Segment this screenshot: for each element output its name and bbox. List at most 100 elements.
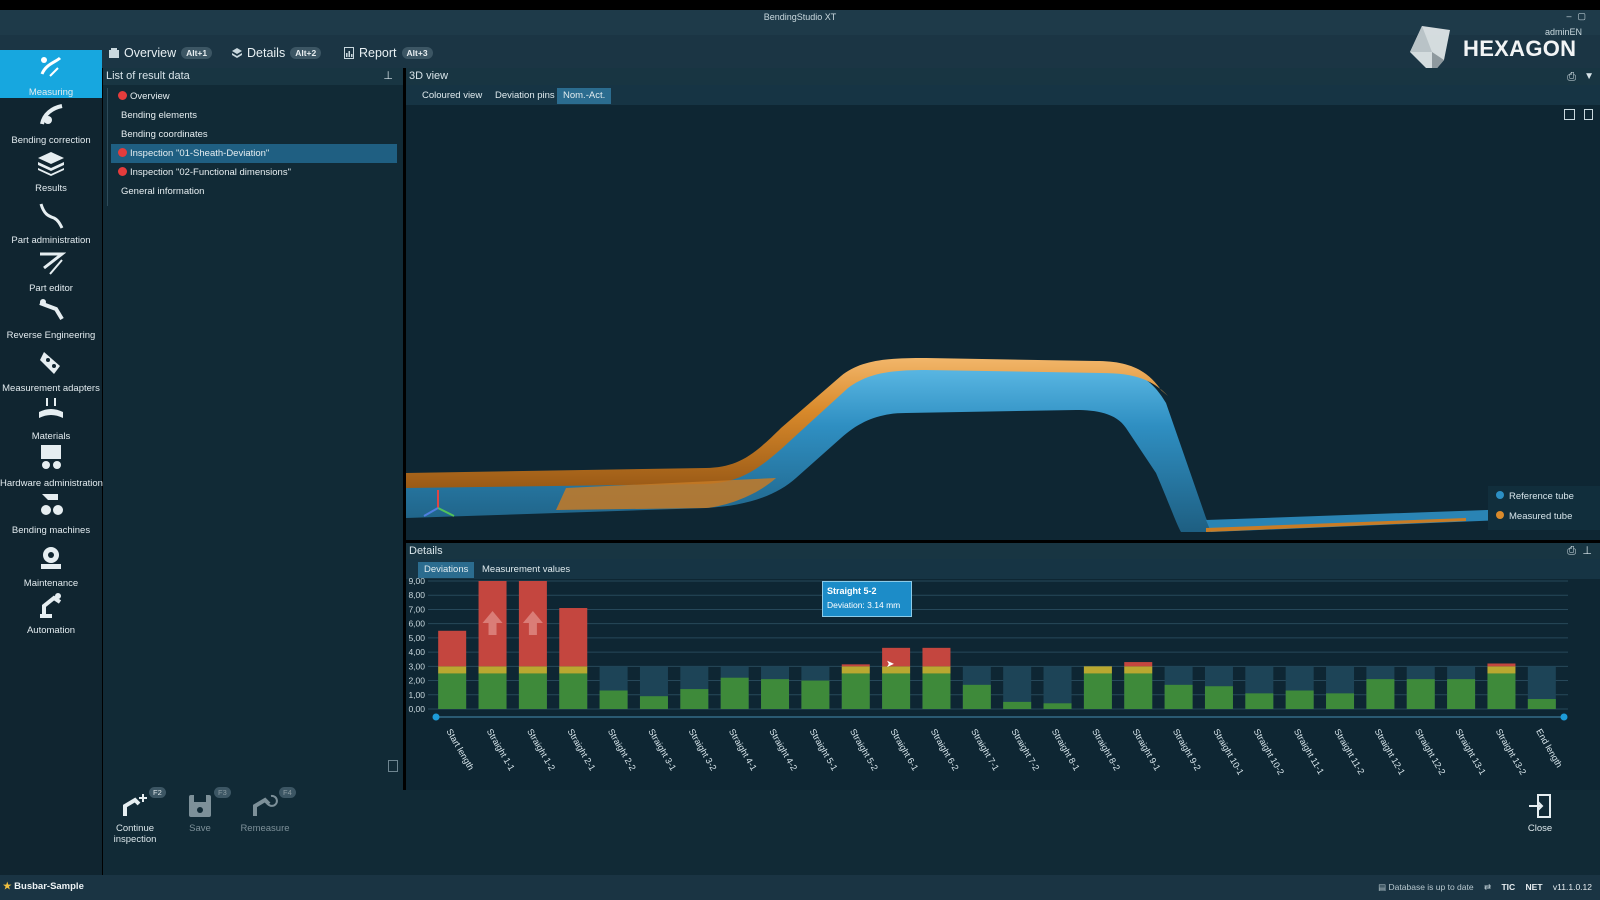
sidebar-item-automation[interactable]: Automation (0, 588, 102, 636)
sidebar-item-label: Part administration (11, 235, 91, 246)
sidebar-item-maintenance[interactable]: Maintenance (0, 541, 102, 589)
save-button[interactable]: F3 Save (168, 787, 232, 860)
version-label: v11.1.0.12 (1552, 882, 1592, 892)
bar-ok-segment (1245, 693, 1274, 709)
database-status: Database is up to date (1388, 882, 1474, 892)
measurement-adapters-icon (40, 352, 60, 374)
pin-icon[interactable]: ⊥ (1582, 543, 1592, 559)
shortcut-badge: Alt+1 (181, 47, 213, 59)
tab-measurement-values[interactable]: Measurement values (476, 562, 576, 578)
bar-ok-segment (841, 673, 870, 709)
save-view-icon[interactable] (1564, 109, 1575, 120)
tab-coloured-view[interactable]: Coloured view (416, 88, 488, 104)
tab-deviation-pins[interactable]: Deviation pins (489, 88, 561, 104)
bar-error-segment (841, 664, 870, 667)
star-icon: ★ (3, 881, 12, 892)
sidebar-item-bending-machines[interactable]: Bending machines (0, 488, 102, 536)
sidebar-item-materials[interactable]: Materials (0, 394, 102, 442)
pin-icon[interactable]: ⊥ (383, 68, 393, 85)
bar-ok-segment (1083, 673, 1112, 709)
tree-item-overview[interactable]: Overview (111, 87, 397, 106)
tube-3d-render (406, 358, 1600, 532)
reference-color-dot (1496, 491, 1504, 499)
sidebar: Measuring Bending correction Results Par… (0, 50, 103, 875)
bar-ok-segment (1527, 699, 1556, 709)
y-tick-label: 4,00 (408, 647, 425, 657)
legend-label: Measured tube (1509, 511, 1573, 522)
legend-label: Reference tube (1509, 491, 1574, 502)
details-tabs: Deviations Measurement values (406, 559, 1600, 579)
x-tick-label: Straight 11-2 (1332, 727, 1366, 776)
tree-item-label: Overview (130, 91, 170, 102)
details-panel: Details ⎙ ⊥ Deviations Measurement value… (406, 543, 1600, 790)
bar-ok-segment (1487, 673, 1516, 709)
sidebar-item-hardware-administration[interactable]: Hardware administration (0, 441, 103, 489)
close-exit-icon (1529, 794, 1551, 818)
tree-item-inspection-01[interactable]: Inspection "01-Sheath-Deviation" (111, 144, 397, 163)
x-tick-label: Straight 10-1 (1211, 727, 1245, 777)
shortcut-badge: Alt+3 (401, 47, 433, 59)
tab-details[interactable]: Details Alt+2 (231, 44, 322, 62)
panel-header: 3D view ⎙ ▼ (406, 68, 1600, 85)
sidebar-item-measuring[interactable]: Measuring (0, 50, 102, 98)
bar-ok-segment (1124, 673, 1153, 709)
bar-warning-segment (1083, 666, 1112, 674)
y-tick-label: 2,00 (408, 676, 425, 686)
results-layers-icon (38, 152, 64, 176)
sidebar-item-reverse-engineering[interactable]: Reverse Engineering (0, 293, 102, 341)
user-name[interactable]: adminEN (1545, 27, 1582, 37)
tree-item-bending-coordinates[interactable]: Bending coordinates (111, 125, 397, 144)
sidebar-item-bending-correction[interactable]: Bending correction (0, 98, 102, 146)
chevron-down-icon[interactable]: ▼ (1584, 68, 1594, 85)
bar-ok-segment (962, 684, 991, 709)
tree-guide-line (107, 88, 108, 206)
action-bar: F2 Continue inspection F3 Save F4 Remeas… (103, 787, 1600, 875)
hardware-administration-icon (41, 445, 61, 469)
continue-inspection-button[interactable]: F2 Continue inspection (103, 787, 167, 860)
x-tick-label: Straight 4-1 (727, 727, 759, 772)
sidebar-item-label: Reverse Engineering (6, 330, 96, 341)
tab-report[interactable]: Report Alt+3 (343, 44, 433, 62)
sidebar-item-part-editor[interactable]: Part editor (0, 246, 102, 294)
button-label: Close (1527, 823, 1553, 834)
window-controls[interactable]: –▢ (1566, 11, 1592, 22)
range-slider-handle-left (432, 713, 440, 721)
bar-error-segment (438, 630, 467, 667)
tree-item-label: Inspection "01-Sheath-Deviation" (130, 148, 270, 159)
x-tick-label: Straight 10-2 (1252, 727, 1286, 777)
trash-icon[interactable] (388, 760, 398, 772)
network-icon: ⇄ (1483, 882, 1492, 892)
net-indicator: NET (1525, 882, 1543, 892)
bar-ok-segment (438, 673, 467, 709)
tree-item-general-information[interactable]: General information (111, 182, 397, 201)
bar-ok-segment (639, 696, 668, 709)
print-icon[interactable]: ⎙ (1567, 543, 1576, 559)
close-button[interactable]: Close (1508, 790, 1572, 860)
sidebar-item-part-administration[interactable]: Part administration (0, 198, 102, 246)
tic-indicator: TIC (1501, 882, 1516, 892)
project-indicator[interactable]: ★ Busbar-Sample (3, 881, 84, 892)
x-tick-label: Straight 7-1 (969, 727, 1001, 772)
y-tick-label: 3,00 (408, 661, 425, 671)
bar-ok-segment (599, 690, 628, 709)
tab-nom-act[interactable]: Nom.-Act. (557, 88, 612, 104)
tree-item-inspection-02[interactable]: Inspection "02-Functional dimensions" (111, 163, 397, 182)
bar-error-segment (1487, 663, 1516, 667)
print-icon[interactable]: ⎙ (1567, 69, 1576, 86)
bar-warning-segment (559, 666, 588, 674)
reverse-engineering-icon (39, 299, 64, 321)
sidebar-item-measurement-adapters[interactable]: Measurement adapters (0, 346, 102, 394)
bar-ok-segment (720, 677, 749, 709)
x-tick-label: End length (1534, 727, 1564, 769)
bar-ok-segment (1366, 679, 1395, 709)
remeasure-button[interactable]: F4 Remeasure (233, 787, 297, 860)
tree-item-bending-elements[interactable]: Bending elements (111, 106, 397, 125)
delete-view-icon[interactable] (1584, 109, 1593, 120)
tab-overview[interactable]: Overview Alt+1 (108, 44, 213, 62)
part-editor-icon (40, 252, 66, 275)
sidebar-item-results[interactable]: Results (0, 146, 102, 194)
tab-deviations[interactable]: Deviations (418, 562, 475, 578)
legend-measured: Measured tube (1496, 511, 1572, 522)
x-tick-label: Straight 2-1 (566, 727, 598, 772)
error-status-icon (118, 148, 127, 157)
